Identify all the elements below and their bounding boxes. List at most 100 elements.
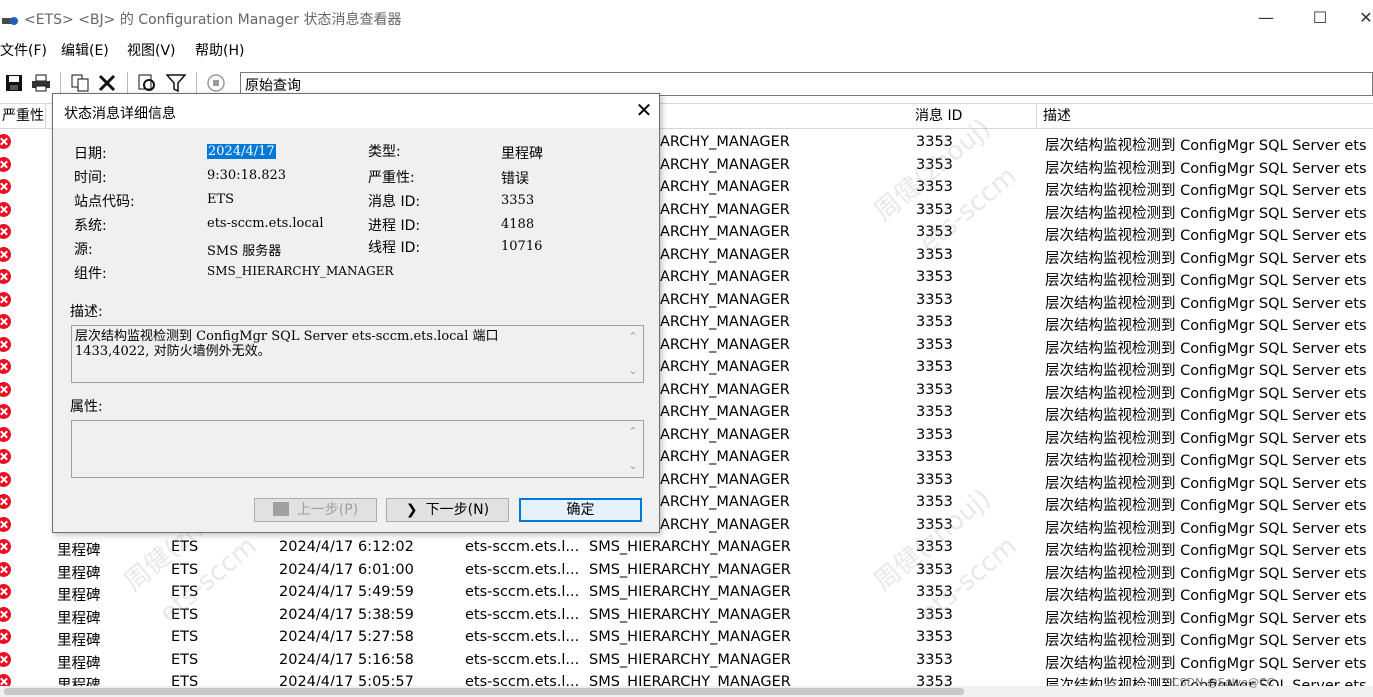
message-detail-dialog: 状态消息详细信息 ✕ 日期: 2024/4/17 时间: 9:30:18.823… <box>52 93 660 533</box>
component-cell: SMS_HIERARCHY_MANAGER <box>589 561 791 578</box>
menu-file[interactable]: 文件(F) <box>0 40 47 60</box>
message-id-cell: 3353 <box>916 224 953 240</box>
next-button[interactable]: ❯ 下一步(N) <box>386 498 509 522</box>
table-row[interactable]: 里程碑 ETS 2024/4/17 6:12:02 ets-sccm.ets.l...… <box>0 537 1373 560</box>
description-cell: 层次结构监视检测到 ConfigMgr SQL Server ets <box>1045 183 1367 199</box>
component-cell: ARCHY_MANAGER <box>660 516 790 533</box>
description-cell: 层次结构监视检测到 ConfigMgr SQL Server ets <box>1045 610 1367 627</box>
previous-button[interactable]: 上一步(P) <box>254 498 377 522</box>
properties-textarea[interactable]: ⌃ ⌄ <box>71 420 644 478</box>
message-id-cell: 3353 <box>916 494 953 510</box>
component-cell: ARCHY_MANAGER <box>660 471 790 488</box>
system-value: ets-sccm.ets.local <box>207 216 324 231</box>
message-id-cell: 3353 <box>916 179 953 195</box>
table-row[interactable]: 里程碑 ETS 2024/4/17 5:16:58 ets-sccm.ets.l...… <box>0 650 1373 673</box>
description-cell: 层次结构监视检测到 ConfigMgr SQL Server ets <box>1045 408 1367 424</box>
component-cell: ARCHY_MANAGER <box>660 156 790 173</box>
date-time-cell: 2024/4/17 5:16:58 <box>279 651 414 668</box>
menu-help[interactable]: 帮助(H) <box>195 40 244 60</box>
description-cell: 层次结构监视检测到 ConfigMgr SQL Server ets <box>1045 520 1367 537</box>
component-cell: ARCHY_MANAGER <box>660 359 790 375</box>
description-cell: 层次结构监视检测到 ConfigMgr SQL Server ets <box>1045 475 1367 492</box>
horizontal-scrollbar[interactable] <box>0 686 1373 697</box>
column-severity[interactable]: 严重性 <box>0 104 46 129</box>
description-textarea[interactable]: 层次结构监视检测到 ConfigMgr SQL Server ets-sccm.… <box>71 325 644 383</box>
component-cell: ARCHY_MANAGER <box>660 449 790 465</box>
print-icon[interactable] <box>30 72 52 94</box>
next-button-label: 下一步(N) <box>425 502 490 518</box>
description-cell: 层次结构监视检测到 ConfigMgr SQL Server ets <box>1045 205 1367 222</box>
component-cell: ARCHY_MANAGER <box>660 269 790 285</box>
message-id-cell: 3353 <box>916 606 953 623</box>
copy-icon[interactable] <box>69 72 91 94</box>
description-cell: 层次结构监视检测到 ConfigMgr SQL Server ets <box>1045 430 1367 447</box>
date-time-cell: 2024/4/17 6:12:02 <box>279 539 414 555</box>
error-icon <box>0 449 11 464</box>
scroll-down-icon[interactable]: ⌄ <box>627 460 639 471</box>
ok-button[interactable]: 确定 <box>519 498 642 522</box>
table-row[interactable]: 里程碑 ETS 2024/4/17 5:49:59 ets-sccm.ets.l...… <box>0 582 1373 605</box>
message-id-cell: 3353 <box>916 246 953 263</box>
stop-icon[interactable] <box>205 72 227 94</box>
description-cell: 层次结构监视检测到 ConfigMgr SQL Server ets <box>1045 655 1367 672</box>
system-cell: ets-sccm.ets.l... <box>465 606 580 623</box>
message-id-cell: 3353 <box>916 404 953 420</box>
system-cell: ets-sccm.ets.l... <box>465 584 580 600</box>
description-cell: 层次结构监视检测到 ConfigMgr SQL Server ets <box>1045 295 1367 312</box>
menu-edit[interactable]: 编辑(E) <box>61 40 109 60</box>
filter-icon[interactable] <box>165 72 187 94</box>
error-icon <box>0 584 11 599</box>
column-description[interactable]: 描述 <box>1037 104 1373 129</box>
site-code-cell: ETS <box>171 539 199 555</box>
error-icon <box>0 494 11 509</box>
save-icon[interactable] <box>3 72 25 94</box>
severity-label: 严重性: <box>368 170 415 186</box>
thread-id-label: 线程 ID: <box>368 240 421 256</box>
message-id-label: 消息 ID: <box>368 194 421 210</box>
message-id-cell: 3353 <box>916 449 953 465</box>
description-cell: 层次结构监视检测到 ConfigMgr SQL Server ets <box>1045 160 1367 177</box>
menu-view[interactable]: 视图(V) <box>127 40 176 60</box>
severity-cell: 里程碑 <box>57 588 101 604</box>
site-code-cell: ETS <box>171 629 199 645</box>
description-cell: 层次结构监视检测到 ConfigMgr SQL Server ets <box>1045 273 1367 289</box>
site-code-cell: ETS <box>171 584 199 600</box>
message-id-value: 3353 <box>501 193 535 208</box>
scroll-up-icon[interactable]: ⌃ <box>627 331 639 342</box>
message-id-cell: 3353 <box>916 359 953 375</box>
type-value: 里程碑 <box>501 146 543 162</box>
window-title: <ETS> <BJ> 的 Configuration Manager 状态消息查… <box>24 12 402 28</box>
component-cell: ARCHY_MANAGER <box>660 134 790 150</box>
scroll-down-icon[interactable]: ⌄ <box>627 365 639 376</box>
error-icon <box>0 381 11 397</box>
date-value[interactable]: 2024/4/17 <box>207 144 276 159</box>
error-icon <box>0 224 11 239</box>
site-code-cell: ETS <box>171 561 199 578</box>
system-cell: ets-sccm.ets.l... <box>465 561 580 578</box>
menu-bar: 文件(F) 编辑(E) 视图(V) 帮助(H) <box>0 38 1373 60</box>
error-icon <box>0 404 11 419</box>
refresh-icon[interactable] <box>136 72 158 94</box>
description-line: 1433,4022, 对防火墙例外无效。 <box>75 344 271 359</box>
table-row[interactable]: 里程碑 ETS 2024/4/17 5:27:58 ets-sccm.ets.l...… <box>0 627 1373 650</box>
table-row[interactable]: 里程碑 ETS 2024/4/17 5:38:59 ets-sccm.ets.l...… <box>0 605 1373 628</box>
message-id-cell: 3353 <box>916 269 953 285</box>
dialog-title-bar: 状态消息详细信息 ✕ <box>53 94 659 128</box>
description-cell: 层次结构监视检测到 ConfigMgr SQL Server ets <box>1045 228 1367 244</box>
dialog-close-icon[interactable]: ✕ <box>631 98 657 122</box>
minimize-button[interactable]: — <box>1246 6 1286 30</box>
close-button[interactable]: ✕ <box>1346 6 1373 30</box>
table-row[interactable]: 里程碑 ETS 2024/4/17 6:01:00 ets-sccm.ets.l...… <box>0 560 1373 583</box>
message-id-cell: 3353 <box>916 629 953 645</box>
message-id-cell: 3353 <box>916 584 953 600</box>
column-message-id[interactable]: 消息 ID <box>909 104 1037 129</box>
component-label: 组件: <box>74 266 107 282</box>
error-icon <box>0 359 11 374</box>
message-id-cell: 3353 <box>916 561 953 578</box>
scroll-up-icon[interactable]: ⌃ <box>627 426 639 437</box>
type-label: 类型: <box>368 144 401 160</box>
scrollbar-thumb[interactable] <box>4 688 964 695</box>
site-code-value: ETS <box>207 192 235 207</box>
maximize-button[interactable]: ☐ <box>1300 6 1340 30</box>
delete-icon[interactable] <box>96 72 118 94</box>
